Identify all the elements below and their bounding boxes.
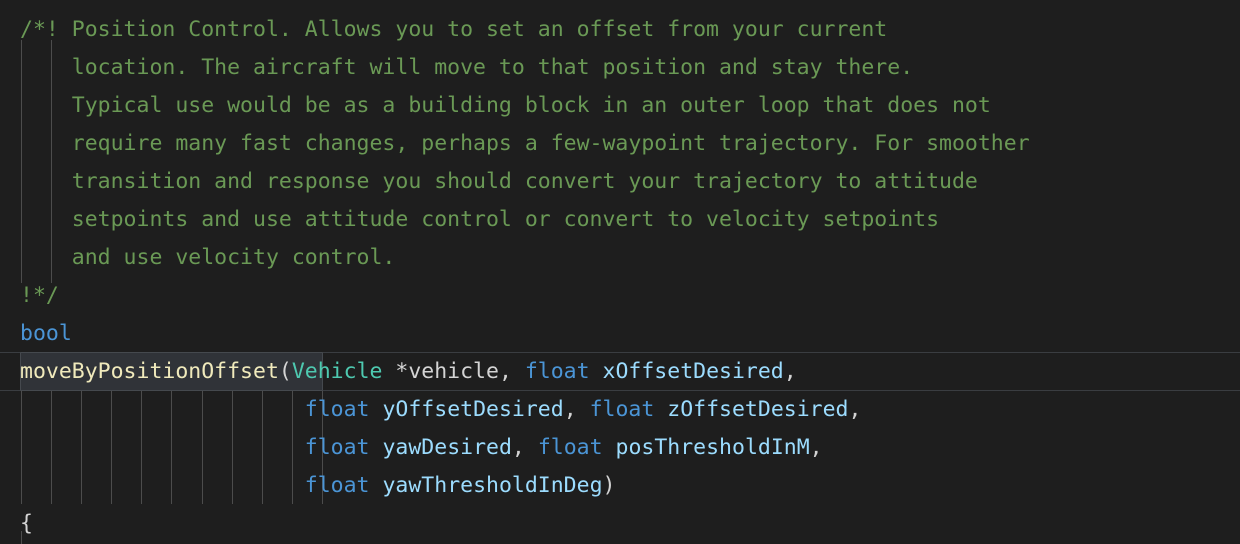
code-token-keyword: float	[304, 473, 370, 498]
code-token-comment: require many fast changes, perhaps a few…	[20, 131, 1030, 156]
code-line[interactable]: {	[0, 505, 1240, 543]
code-token-punct: )	[602, 473, 616, 498]
code-token-comment: Typical use would be as a building block…	[20, 93, 991, 118]
code-token-comment: location. The aircraft will move to that…	[20, 55, 914, 80]
code-token-keyword: bool	[20, 321, 72, 346]
code-token-plain: {	[20, 511, 33, 536]
code-line[interactable]: transition and response you should conve…	[0, 163, 1240, 201]
code-token-comment: and use velocity control.	[20, 245, 396, 270]
code-token-type: Vehicle	[291, 359, 383, 384]
code-line[interactable]: location. The aircraft will move to that…	[0, 49, 1240, 87]
code-token-comment: transition and response you should conve…	[20, 169, 978, 194]
code-token-param: yawThresholdInDeg	[382, 473, 603, 498]
code-line[interactable]: moveByPositionOffset(Vehicle *vehicle, f…	[0, 353, 1240, 391]
code-token-comment: setpoints and use attitude control or co…	[20, 207, 940, 232]
code-token-plain: *vehicle,	[382, 359, 525, 384]
code-line[interactable]: Typical use would be as a building block…	[0, 87, 1240, 125]
code-token-function: moveByPositionOffset	[20, 359, 279, 384]
code-token-comment: !*/	[20, 283, 59, 308]
code-editor-viewport[interactable]: /*! Position Control. Allows you to set …	[0, 0, 1240, 544]
code-token-param: zOffsetDesired	[667, 397, 849, 422]
code-token-keyword: float	[524, 359, 590, 384]
code-line[interactable]: bool	[0, 315, 1240, 353]
code-token-keyword: float	[304, 435, 370, 460]
code-token-param: yOffsetDesired	[382, 397, 564, 422]
code-token-keyword: float	[537, 435, 603, 460]
code-token-punct: ,	[848, 397, 862, 422]
code-line[interactable]: setpoints and use attitude control or co…	[0, 201, 1240, 239]
code-token-punct: ,	[783, 359, 797, 384]
code-line[interactable]: float yawDesired, float posThresholdInM,	[0, 429, 1240, 467]
code-token-keyword: float	[304, 397, 370, 422]
code-text-layer[interactable]: /*! Position Control. Allows you to set …	[0, 0, 1240, 544]
code-token-comment: /*! Position Control. Allows you to set …	[20, 17, 888, 42]
code-line[interactable]: float yOffsetDesired, float zOffsetDesir…	[0, 391, 1240, 429]
code-token-param: posThresholdInM	[615, 435, 810, 460]
code-token-punct: (	[278, 359, 292, 384]
code-line[interactable]: /*! Position Control. Allows you to set …	[0, 11, 1240, 49]
code-token-punct: ,	[511, 435, 538, 460]
code-token-punct: ,	[563, 397, 590, 422]
code-token-param: xOffsetDesired	[602, 359, 784, 384]
code-line[interactable]: require many fast changes, perhaps a few…	[0, 125, 1240, 163]
code-token-param: yawDesired	[382, 435, 512, 460]
code-token-keyword: float	[589, 397, 655, 422]
code-token-punct: ,	[809, 435, 823, 460]
code-line[interactable]: !*/	[0, 277, 1240, 315]
code-line[interactable]: and use velocity control.	[0, 239, 1240, 277]
code-line[interactable]: float yawThresholdInDeg)	[0, 467, 1240, 505]
